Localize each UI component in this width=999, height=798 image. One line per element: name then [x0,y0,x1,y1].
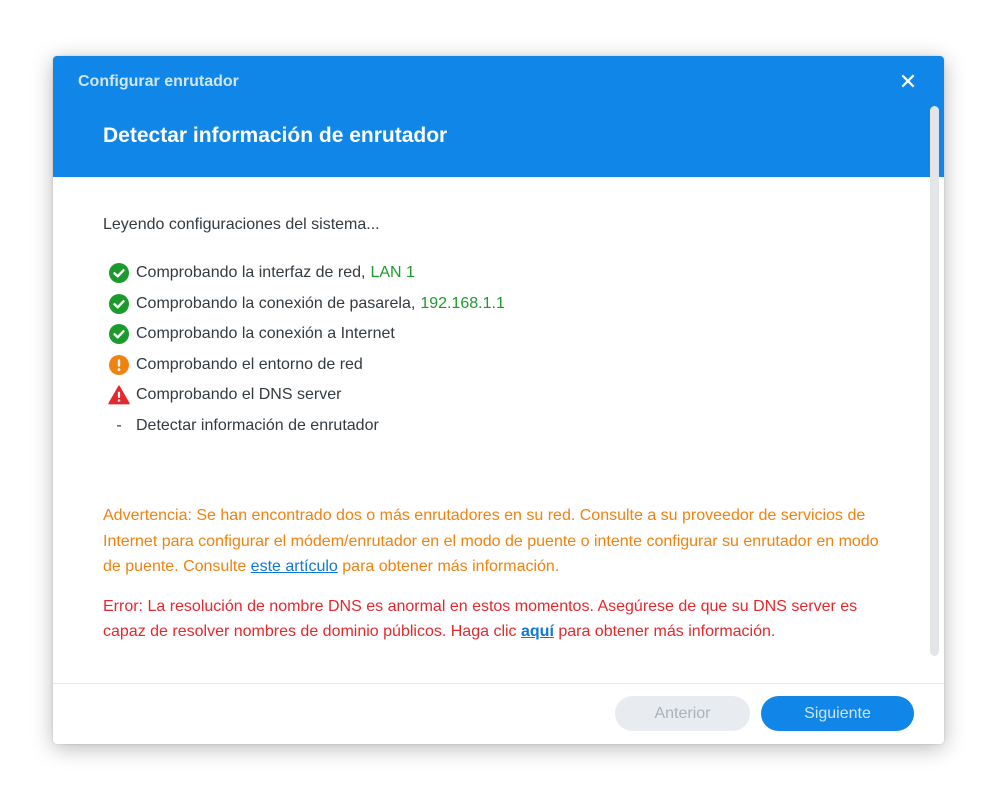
warning-triangle-icon [108,384,130,406]
warning-message: Advertencia: Se han encontrado dos o más… [103,503,893,580]
check-circle-icon [108,262,130,284]
check-label: Comprobando la interfaz de red [136,264,362,282]
here-link[interactable]: aquí [521,623,554,640]
dash-icon: - [108,415,130,437]
scrollbar[interactable] [930,106,939,656]
intro-text: Leyendo configuraciones del sistema... [103,216,380,233]
check-value: 192.168.1.1 [420,294,505,312]
check-item-dns-server: Comprobando el DNS server [103,380,893,411]
exclamation-circle-icon [108,354,130,376]
check-separator: , [361,264,366,282]
check-item-gateway: Comprobando la conexión de pasarela, 192… [103,289,893,320]
window-title: Configurar enrutador [78,73,239,90]
check-item-router-detect: - Detectar información de enrutador [103,411,893,442]
step-title: Detectar información de enrutador [103,124,448,147]
dialog-content: Leyendo configuraciones del sistema... C… [103,216,893,645]
check-list: Comprobando la interfaz de red, LAN 1 Co… [103,258,893,441]
check-label: Comprobando la conexión de pasarela [136,294,411,312]
check-item-network-interface: Comprobando la interfaz de red, LAN 1 [103,258,893,289]
check-label: Detectar información de enrutador [136,416,379,434]
check-circle-icon [108,293,130,315]
router-setup-dialog: Configurar enrutador ✕ Detectar informac… [53,56,944,744]
pending-dash: - [116,416,122,434]
check-item-network-environment: Comprobando el entorno de red [103,350,893,381]
previous-button[interactable]: Anterior [615,696,750,731]
article-link[interactable]: este artículo [251,558,338,575]
check-label: Comprobando el DNS server [136,386,342,404]
check-value: LAN 1 [370,264,415,282]
check-label: Comprobando el entorno de red [136,355,363,373]
footer-divider [53,683,944,684]
check-label: Comprobando la conexión a Internet [136,325,395,343]
next-button[interactable]: Siguiente [761,696,914,731]
error-message: Error: La resolución de nombre DNS es an… [103,594,893,645]
check-circle-icon [108,323,130,345]
check-separator: , [410,294,416,312]
dialog-header: Configurar enrutador ✕ Detectar informac… [53,56,944,177]
error-text-end: para obtener más información. [553,623,776,640]
check-item-internet: Comprobando la conexión a Internet [103,319,893,350]
close-icon[interactable]: ✕ [895,69,921,95]
warning-text-end: para obtener más información. [337,558,560,575]
